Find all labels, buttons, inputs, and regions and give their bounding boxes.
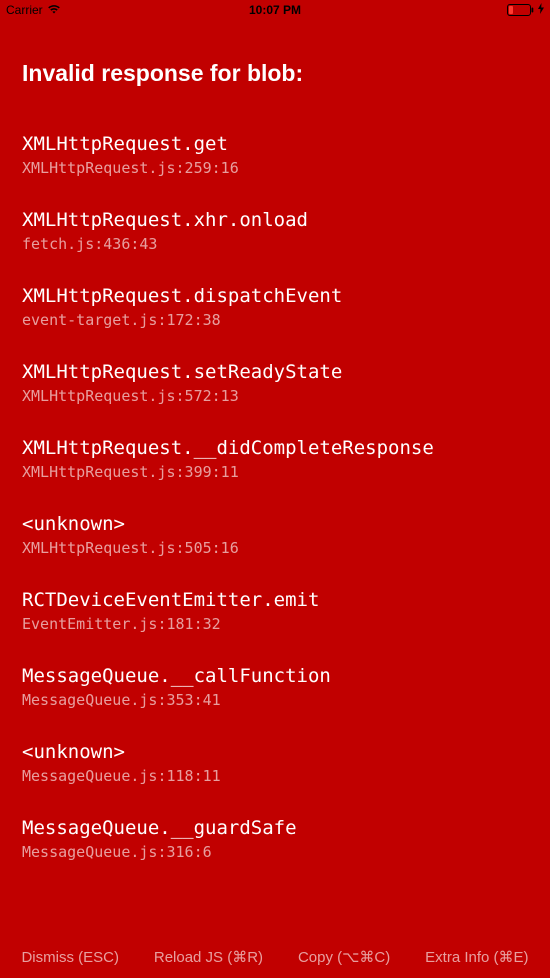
wifi-icon: [47, 3, 61, 17]
status-left: Carrier: [6, 3, 61, 17]
stack-frame-func: XMLHttpRequest.__didCompleteResponse: [22, 437, 528, 459]
stack-frame-func: XMLHttpRequest.dispatchEvent: [22, 285, 528, 307]
stack-frame[interactable]: MessageQueue.__callFunction MessageQueue…: [22, 665, 528, 709]
stack-frame-loc: XMLHttpRequest.js:572:13: [22, 387, 528, 405]
stack-frame[interactable]: MessageQueue.__guardSafe MessageQueue.js…: [22, 817, 528, 861]
stack-frame-func: MessageQueue.__callFunction: [22, 665, 528, 687]
stack-frame-func: <unknown>: [22, 513, 528, 535]
stack-frame-loc: MessageQueue.js:353:41: [22, 691, 528, 709]
stack-frame[interactable]: <unknown> XMLHttpRequest.js:505:16: [22, 513, 528, 557]
stack-frame-loc: XMLHttpRequest.js:505:16: [22, 539, 528, 557]
dismiss-button[interactable]: Dismiss (ESC): [21, 949, 119, 966]
stack-frame-loc: XMLHttpRequest.js:399:11: [22, 463, 528, 481]
stack-frame-loc: EventEmitter.js:181:32: [22, 615, 528, 633]
bottom-bar: Dismiss (ESC) Reload JS (⌘R) Copy (⌥⌘C) …: [0, 936, 550, 978]
stack-frame-func: MessageQueue.__guardSafe: [22, 817, 528, 839]
stack-frame-func: RCTDeviceEventEmitter.emit: [22, 589, 528, 611]
battery-icon: [507, 4, 535, 16]
stack-frame-func: XMLHttpRequest.get: [22, 133, 528, 155]
stack-frame[interactable]: XMLHttpRequest.get XMLHttpRequest.js:259…: [22, 133, 528, 177]
stack-frame-loc: XMLHttpRequest.js:259:16: [22, 159, 528, 177]
extra-info-button[interactable]: Extra Info (⌘E): [425, 948, 528, 966]
carrier-label: Carrier: [6, 3, 43, 17]
stack-frame-loc: MessageQueue.js:118:11: [22, 767, 528, 785]
stack-trace: XMLHttpRequest.get XMLHttpRequest.js:259…: [22, 133, 528, 861]
stack-frame[interactable]: <unknown> MessageQueue.js:118:11: [22, 741, 528, 785]
error-content: Invalid response for blob: XMLHttpReques…: [0, 20, 550, 861]
copy-button[interactable]: Copy (⌥⌘C): [298, 948, 390, 966]
error-title: Invalid response for blob:: [22, 60, 528, 87]
stack-frame-loc: MessageQueue.js:316:6: [22, 843, 528, 861]
stack-frame[interactable]: XMLHttpRequest.xhr.onload fetch.js:436:4…: [22, 209, 528, 253]
stack-frame-func: <unknown>: [22, 741, 528, 763]
status-bar: Carrier 10:07 PM: [0, 0, 550, 20]
charging-icon: [538, 3, 544, 17]
reload-button[interactable]: Reload JS (⌘R): [154, 948, 263, 966]
stack-frame[interactable]: RCTDeviceEventEmitter.emit EventEmitter.…: [22, 589, 528, 633]
stack-frame-loc: event-target.js:172:38: [22, 311, 528, 329]
stack-frame-func: XMLHttpRequest.xhr.onload: [22, 209, 528, 231]
stack-frame-loc: fetch.js:436:43: [22, 235, 528, 253]
status-right: [507, 3, 544, 17]
stack-frame[interactable]: XMLHttpRequest.setReadyState XMLHttpRequ…: [22, 361, 528, 405]
stack-frame[interactable]: XMLHttpRequest.dispatchEvent event-targe…: [22, 285, 528, 329]
stack-frame-func: XMLHttpRequest.setReadyState: [22, 361, 528, 383]
stack-frame[interactable]: XMLHttpRequest.__didCompleteResponse XML…: [22, 437, 528, 481]
status-time: 10:07 PM: [249, 3, 301, 17]
